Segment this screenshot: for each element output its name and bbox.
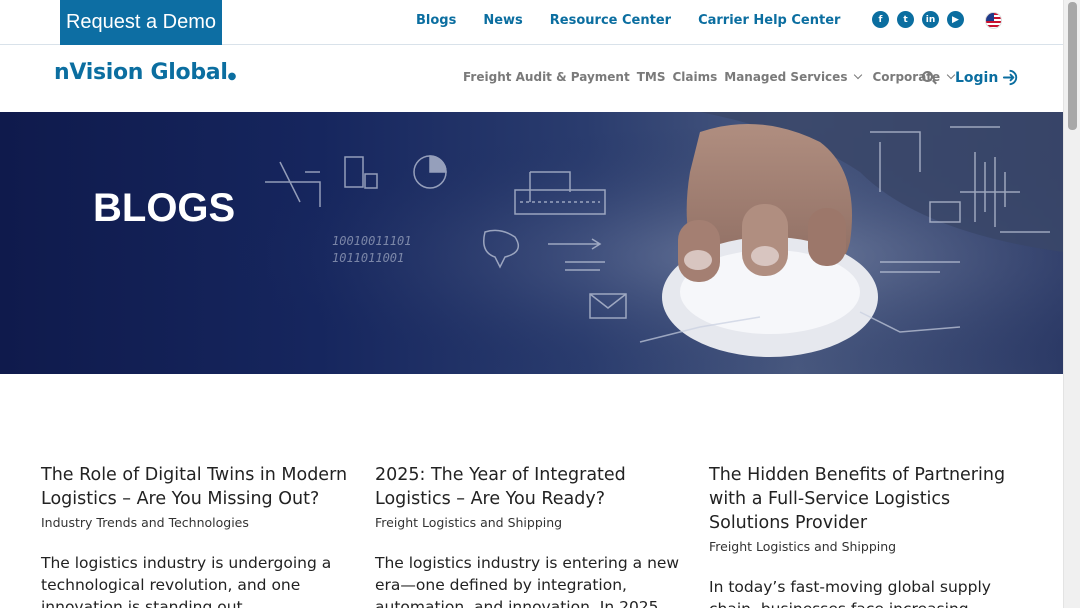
blog-card-title[interactable]: 2025: The Year of Integrated Logistics –… (375, 463, 685, 511)
utility-bar: Request a Demo Blogs News Resource Cente… (0, 0, 1063, 45)
hero-illustration: 10010011101 1011011001 (0, 112, 1063, 374)
blog-card-excerpt: The logistics industry is entering a new… (375, 554, 680, 608)
nav-item-label: Claims (672, 70, 718, 84)
scrollbar-thumb[interactable] (1068, 2, 1077, 130)
nav-item-label: Managed Services (724, 70, 848, 84)
resource-center-link[interactable]: Resource Center (550, 13, 671, 28)
hero-banner: 10010011101 1011011001 BLOGS (0, 112, 1063, 374)
social-links: f t in ▶ (872, 11, 964, 28)
blog-card-title[interactable]: The Role of Digital Twins in Modern Logi… (41, 463, 351, 511)
logo-registered-dot: ● (227, 71, 237, 82)
youtube-icon[interactable]: ▶ (947, 11, 964, 28)
blog-card-excerpt: The logistics industry is undergoing a t… (41, 554, 332, 608)
facebook-icon[interactable]: f (872, 11, 889, 28)
blog-card-category[interactable]: Freight Logistics and Shipping (375, 515, 685, 530)
login-button[interactable]: Login (955, 68, 1021, 87)
login-icon (1003, 69, 1018, 86)
request-demo-button[interactable]: Request a Demo (60, 0, 222, 45)
nav-item-tms[interactable]: TMS (637, 70, 666, 84)
chevron-down-icon (854, 70, 863, 80)
blog-card-excerpt: In today’s fast-moving global supply cha… (709, 578, 991, 608)
blog-card[interactable]: 2025: The Year of Integrated Logistics –… (375, 463, 685, 608)
page-title: BLOGS (93, 186, 236, 230)
nav-item-managed-services[interactable]: Managed Services (724, 70, 865, 84)
logo-text: nVision Global (54, 60, 228, 85)
search-icon[interactable] (922, 71, 933, 82)
blog-card-category[interactable]: Industry Trends and Technologies (41, 515, 351, 530)
nav-item-corporate[interactable]: Corporate (872, 70, 958, 84)
site-logo[interactable]: nVision Global● (54, 60, 236, 85)
blogs-link[interactable]: Blogs (416, 13, 456, 28)
blog-card-category[interactable]: Freight Logistics and Shipping (709, 539, 1019, 554)
twitter-icon[interactable]: t (897, 11, 914, 28)
news-link[interactable]: News (483, 13, 522, 28)
nav-item-label: TMS (636, 70, 666, 84)
binary-text-2: 1011011001 (332, 251, 404, 265)
linkedin-icon[interactable]: in (922, 11, 939, 28)
login-label: Login (955, 69, 999, 86)
nav-item-freight-audit[interactable]: Freight Audit & Payment (463, 70, 630, 84)
utility-links: Blogs News Resource Center Carrier Help … (416, 13, 867, 28)
nav-item-claims[interactable]: Claims (672, 70, 717, 84)
blog-card[interactable]: The Role of Digital Twins in Modern Logi… (41, 463, 351, 608)
carrier-help-center-link[interactable]: Carrier Help Center (698, 13, 840, 28)
nav-links: Freight Audit & Payment TMS Claims Manag… (463, 70, 965, 84)
blog-card-title[interactable]: The Hidden Benefits of Partnering with a… (709, 463, 1019, 535)
main-nav: nVision Global● Freight Audit & Payment … (0, 46, 1063, 112)
page-scrollbar[interactable] (1063, 0, 1080, 608)
blog-card[interactable]: The Hidden Benefits of Partnering with a… (709, 463, 1019, 608)
binary-text-1: 10010011101 (332, 234, 411, 248)
nav-item-label: Freight Audit & Payment (463, 70, 630, 84)
us-flag-icon[interactable] (985, 12, 1002, 29)
